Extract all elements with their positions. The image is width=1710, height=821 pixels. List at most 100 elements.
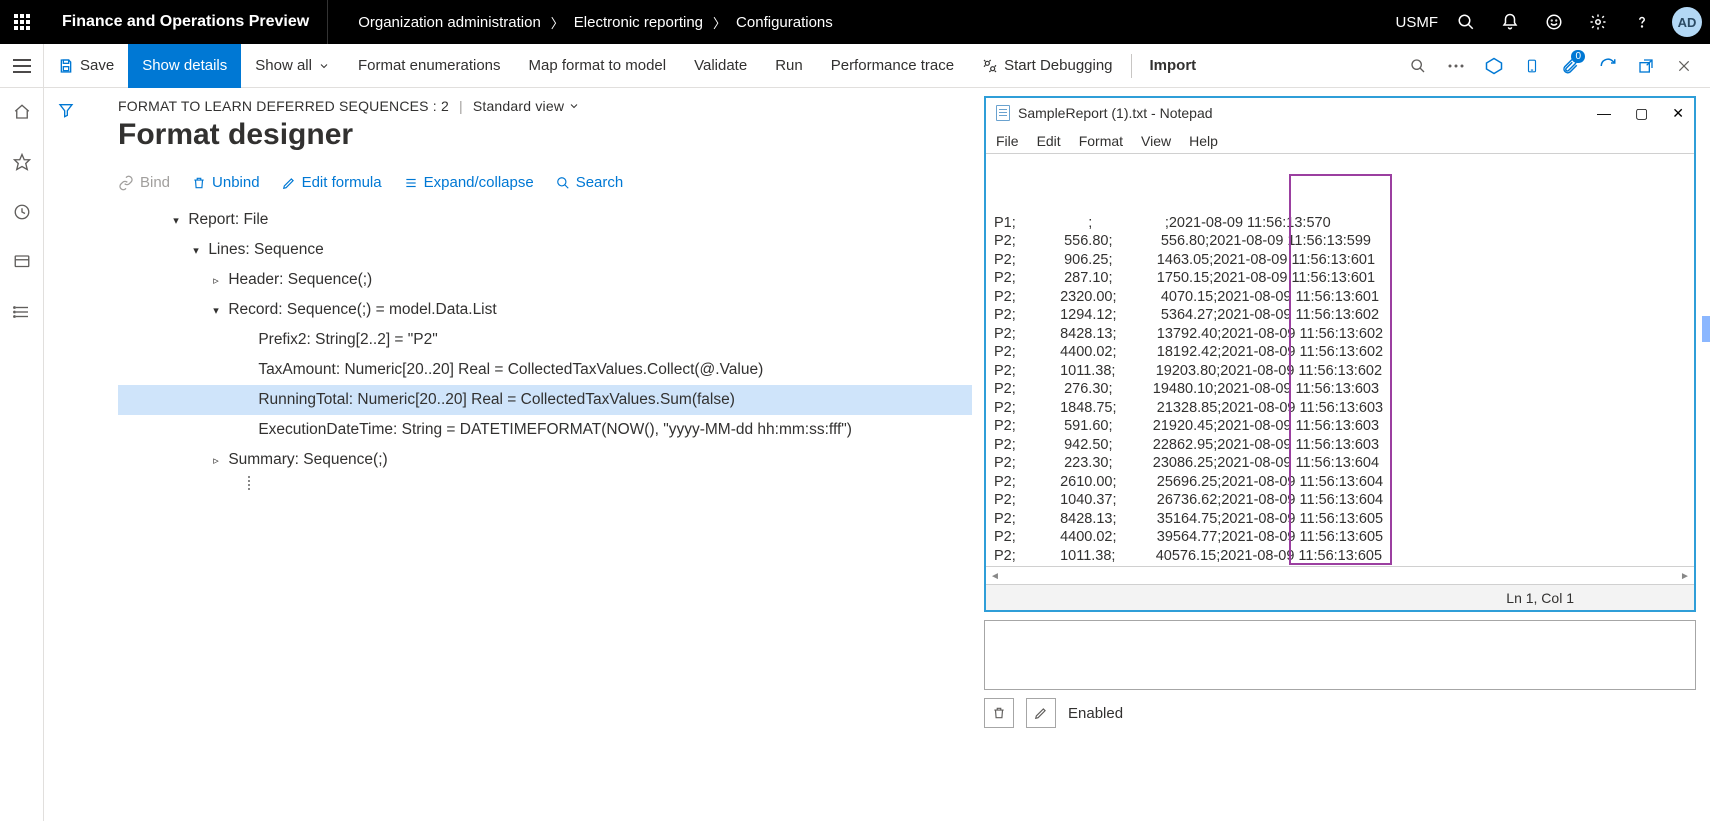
- validate-button[interactable]: Validate: [680, 44, 761, 88]
- notepad-text[interactable]: P1; ; ;2021-08-09 11:56:13:570P2; 556.80…: [986, 154, 1694, 566]
- link-icon: [118, 175, 134, 191]
- import-label: Import: [1150, 57, 1197, 74]
- options-icon[interactable]: [1476, 48, 1512, 84]
- tree-label: Report: File: [188, 211, 268, 229]
- tree-node-header[interactable]: ▹ Header: Sequence(;): [118, 265, 972, 295]
- popout-icon[interactable]: [1628, 48, 1664, 84]
- legal-entity[interactable]: USMF: [1396, 14, 1439, 31]
- notepad-line: P1; ; ;2021-08-09 11:56:13:570: [994, 214, 1686, 233]
- show-all-label: Show all: [255, 57, 312, 74]
- phone-icon[interactable]: [1514, 48, 1550, 84]
- menu-view[interactable]: View: [1141, 133, 1171, 149]
- perf-trace-button[interactable]: Performance trace: [817, 44, 968, 88]
- help-icon[interactable]: [1620, 0, 1664, 44]
- notepad-line: P2; 1294.12; 5364.27;2021-08-09 11:56:13…: [994, 306, 1686, 325]
- splitter-handle[interactable]: [244, 468, 254, 498]
- chevron-right-icon: 〉: [713, 13, 726, 32]
- tree-search-button[interactable]: Search: [556, 174, 624, 191]
- save-label: Save: [80, 57, 114, 74]
- bell-icon[interactable]: [1488, 0, 1532, 44]
- unbind-button[interactable]: Unbind: [192, 174, 260, 191]
- cursor-position: Ln 1, Col 1: [1506, 590, 1574, 606]
- recent-icon[interactable]: [0, 192, 44, 232]
- tree-node-prefix[interactable]: Prefix2: String[2..2] = "P2": [118, 325, 972, 355]
- breadcrumb-item[interactable]: Configurations: [736, 14, 833, 31]
- command-bar: Save Show details Show all Format enumer…: [0, 44, 1710, 88]
- tree-node-report[interactable]: ▾ Report: File: [118, 205, 972, 235]
- attachments-icon[interactable]: 0: [1552, 48, 1588, 84]
- tree-label: Summary: Sequence(;): [228, 451, 387, 469]
- notepad-line: P2; 8428.13; 35164.75;2021-08-09 11:56:1…: [994, 510, 1686, 529]
- separator: [1131, 54, 1132, 78]
- navigation-rail: [0, 88, 44, 821]
- tree-node-execdatetime[interactable]: ExecutionDateTime: String = DATETIMEFORM…: [118, 415, 972, 445]
- format-enum-button[interactable]: Format enumerations: [344, 44, 515, 88]
- tree-label: Header: Sequence(;): [228, 271, 372, 289]
- maximize-icon[interactable]: ▢: [1635, 105, 1648, 122]
- tree-node-taxamount[interactable]: TaxAmount: Numeric[20..20] Real = Collec…: [118, 355, 972, 385]
- search-icon[interactable]: [1444, 0, 1488, 44]
- notepad-window: SampleReport (1).txt - Notepad — ▢ ✕ Fil…: [984, 96, 1696, 612]
- home-icon[interactable]: [0, 92, 44, 132]
- minimize-icon[interactable]: —: [1597, 105, 1611, 122]
- tree-node-runningtotal[interactable]: RunningTotal: Numeric[20..20] Real = Col…: [118, 385, 972, 415]
- edit-formula-label: Edit formula: [302, 174, 382, 191]
- scroll-right-icon[interactable]: ►: [1678, 569, 1692, 583]
- workspace-icon[interactable]: [0, 242, 44, 282]
- modules-icon[interactable]: [0, 292, 44, 332]
- tree-label: RunningTotal: Numeric[20..20] Real = Col…: [258, 391, 735, 409]
- smiley-icon[interactable]: [1532, 0, 1576, 44]
- notepad-line: P2; 1011.38; 40576.15;2021-08-09 11:56:1…: [994, 547, 1686, 566]
- delete-button[interactable]: [984, 698, 1014, 728]
- expand-collapse-button[interactable]: Expand/collapse: [404, 174, 534, 191]
- close-icon[interactable]: ✕: [1672, 105, 1684, 122]
- format-tree: ▾ Report: File ▾ Lines: Sequence ▹ Heade…: [44, 205, 984, 475]
- close-icon[interactable]: [1666, 48, 1702, 84]
- property-row-enabled: Enabled: [984, 698, 1696, 728]
- menu-edit[interactable]: Edit: [1037, 133, 1061, 149]
- tree-label: Prefix2: String[2..2] = "P2": [258, 331, 437, 349]
- notepad-menu: File Edit Format View Help: [986, 128, 1694, 154]
- breadcrumb-item[interactable]: Electronic reporting: [574, 14, 703, 31]
- avatar[interactable]: AD: [1672, 7, 1702, 37]
- view-selector[interactable]: Standard view: [473, 98, 580, 114]
- map-format-button[interactable]: Map format to model: [515, 44, 681, 88]
- show-all-button[interactable]: Show all: [241, 44, 344, 88]
- tree-node-record[interactable]: ▾ Record: Sequence(;) = model.Data.List: [118, 295, 972, 325]
- chevron-down-icon: [318, 60, 330, 72]
- enabled-label: Enabled: [1068, 705, 1123, 722]
- breadcrumb-item[interactable]: Organization administration: [358, 14, 541, 31]
- more-icon[interactable]: [1438, 48, 1474, 84]
- bind-button[interactable]: Bind: [118, 174, 170, 191]
- notepad-hscroll[interactable]: ◄ ►: [986, 566, 1694, 584]
- filter-icon[interactable]: [44, 88, 88, 132]
- search-label: Search: [576, 174, 624, 191]
- menu-file[interactable]: File: [996, 133, 1019, 149]
- badge-count: 0: [1571, 50, 1585, 63]
- notepad-icon: [996, 105, 1010, 121]
- save-button[interactable]: Save: [44, 44, 128, 88]
- run-button[interactable]: Run: [761, 44, 817, 88]
- page-title: Format designer: [118, 118, 984, 152]
- notepad-line: P2; 8428.13; 13792.40;2021-08-09 11:56:1…: [994, 325, 1686, 344]
- find-icon[interactable]: [1400, 48, 1436, 84]
- menu-help[interactable]: Help: [1189, 133, 1218, 149]
- refresh-icon[interactable]: [1590, 48, 1626, 84]
- start-debug-button[interactable]: Start Debugging: [968, 44, 1126, 88]
- notepad-line: P2; 1011.38; 19203.80;2021-08-09 11:56:1…: [994, 362, 1686, 381]
- show-details-button[interactable]: Show details: [128, 44, 241, 88]
- gear-icon[interactable]: [1576, 0, 1620, 44]
- import-button[interactable]: Import: [1136, 44, 1211, 88]
- star-icon[interactable]: [0, 142, 44, 182]
- edit-formula-button[interactable]: Edit formula: [282, 174, 382, 191]
- app-launcher[interactable]: [0, 0, 44, 44]
- tree-node-lines[interactable]: ▾ Lines: Sequence: [118, 235, 972, 265]
- format-tree-pane: FORMAT TO LEARN DEFERRED SEQUENCES : 2 |…: [44, 88, 984, 821]
- scroll-left-icon[interactable]: ◄: [988, 569, 1002, 583]
- menu-format[interactable]: Format: [1079, 133, 1123, 149]
- separator: |: [459, 98, 463, 114]
- tree-label: Record: Sequence(;) = model.Data.List: [228, 301, 496, 319]
- tree-label: TaxAmount: Numeric[20..20] Real = Collec…: [258, 361, 763, 379]
- nav-toggle[interactable]: [0, 44, 44, 88]
- edit-button[interactable]: [1026, 698, 1056, 728]
